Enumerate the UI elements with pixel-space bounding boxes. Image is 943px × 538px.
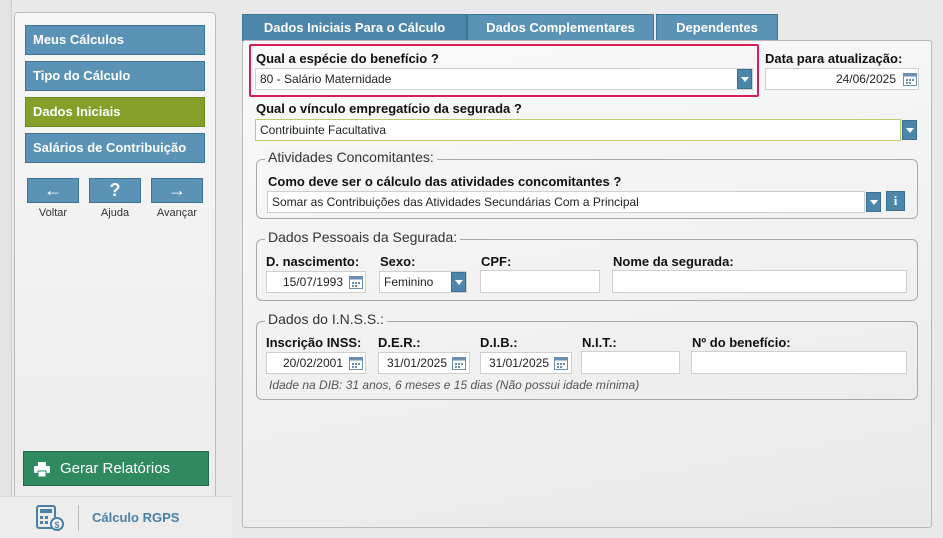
beneficio-select[interactable]: 80 - Salário Maternidade: [255, 68, 753, 90]
forward-label: Avançar: [156, 207, 198, 219]
app-name: Cálculo RGPS: [92, 510, 180, 525]
tab-dependentes[interactable]: Dependentes: [656, 14, 778, 41]
nome-label: Nome da segurada:: [613, 254, 734, 269]
sidebar: Meus Cálculos Tipo do Cálculo Dados Inic…: [14, 12, 216, 500]
cpf-field[interactable]: [480, 270, 600, 293]
vinculo-select[interactable]: Contribuinte Facultativa: [255, 119, 901, 141]
inscricao-label: Inscrição INSS:: [266, 335, 362, 350]
nome-field[interactable]: [612, 270, 907, 293]
nav-tipo-do-calculo[interactable]: Tipo do Cálculo: [25, 61, 205, 91]
dados-inss-legend: Dados do I.N.S.S.:: [265, 311, 387, 327]
nav-meus-calculos[interactable]: Meus Cálculos: [25, 25, 205, 55]
tab-dados-complementares[interactable]: Dados Complementares: [467, 14, 654, 41]
help-label: Ajuda: [100, 207, 130, 219]
vinculo-label: Qual o vínculo empregatício da segurada …: [256, 101, 522, 116]
atividades-select[interactable]: Somar as Contribuições das Atividades Se…: [267, 191, 865, 213]
idade-dib-note: Idade na DIB: 31 anos, 6 meses e 15 dias…: [269, 378, 640, 392]
printer-icon: [34, 462, 50, 477]
back-label: Voltar: [38, 207, 68, 219]
calendar-icon[interactable]: [349, 356, 363, 370]
data-atualizacao-label: Data para atualização:: [765, 51, 903, 66]
dados-pessoais-legend: Dados Pessoais da Segurada:: [265, 229, 461, 245]
bottom-app-bar: $ Cálculo RGPS: [0, 496, 232, 538]
tab-dados-iniciais[interactable]: Dados Iniciais Para o Cálculo: [242, 14, 467, 41]
left-edge-strip: [0, 0, 12, 538]
calendar-icon[interactable]: [349, 275, 363, 289]
beneficio-label: Qual a espécie do benefício ?: [256, 51, 439, 66]
numero-beneficio-label: Nº do benefício:: [692, 335, 791, 350]
forward-button[interactable]: →: [151, 178, 203, 203]
beneficio-dropdown-button[interactable]: [737, 69, 752, 89]
arrow-left-icon: ←: [44, 180, 62, 200]
bottom-separator: [78, 505, 79, 531]
generate-reports-label: Gerar Relatórios: [60, 460, 171, 477]
calendar-icon[interactable]: [452, 356, 466, 370]
calendar-icon[interactable]: [554, 356, 568, 370]
atividades-legend: Atividades Concomitantes:: [265, 149, 437, 165]
nav-salarios-de-contribuicao[interactable]: Salários de Contribuição: [25, 133, 205, 163]
back-button[interactable]: ←: [27, 178, 79, 203]
svg-text:$: $: [54, 520, 59, 530]
vinculo-dropdown-button[interactable]: [902, 120, 917, 140]
info-icon[interactable]: i: [886, 191, 905, 211]
generate-reports-button[interactable]: Gerar Relatórios: [23, 451, 209, 486]
nit-field[interactable]: [581, 351, 680, 374]
nit-label: N.I.T.:: [582, 335, 617, 350]
sexo-label: Sexo:: [380, 254, 416, 269]
arrow-right-icon: →: [168, 180, 186, 200]
dib-label: D.I.B.:: [480, 335, 518, 350]
der-label: D.E.R.:: [378, 335, 421, 350]
help-button[interactable]: ?: [89, 178, 141, 203]
data-atualizacao-field[interactable]: 24/06/2025: [765, 68, 919, 90]
cpf-label: CPF:: [481, 254, 512, 269]
atividades-question: Como deve ser o cálculo das atividades c…: [268, 174, 622, 189]
atividades-dropdown-button[interactable]: [866, 192, 881, 212]
calendar-icon[interactable]: [903, 72, 917, 86]
nascimento-label: D. nascimento:: [266, 254, 360, 269]
numero-beneficio-field[interactable]: [691, 351, 907, 374]
nav-dados-iniciais[interactable]: Dados Iniciais: [25, 97, 205, 127]
calculator-icon: $: [36, 505, 64, 531]
sexo-dropdown-button[interactable]: [451, 272, 466, 292]
question-icon: ?: [109, 180, 121, 200]
